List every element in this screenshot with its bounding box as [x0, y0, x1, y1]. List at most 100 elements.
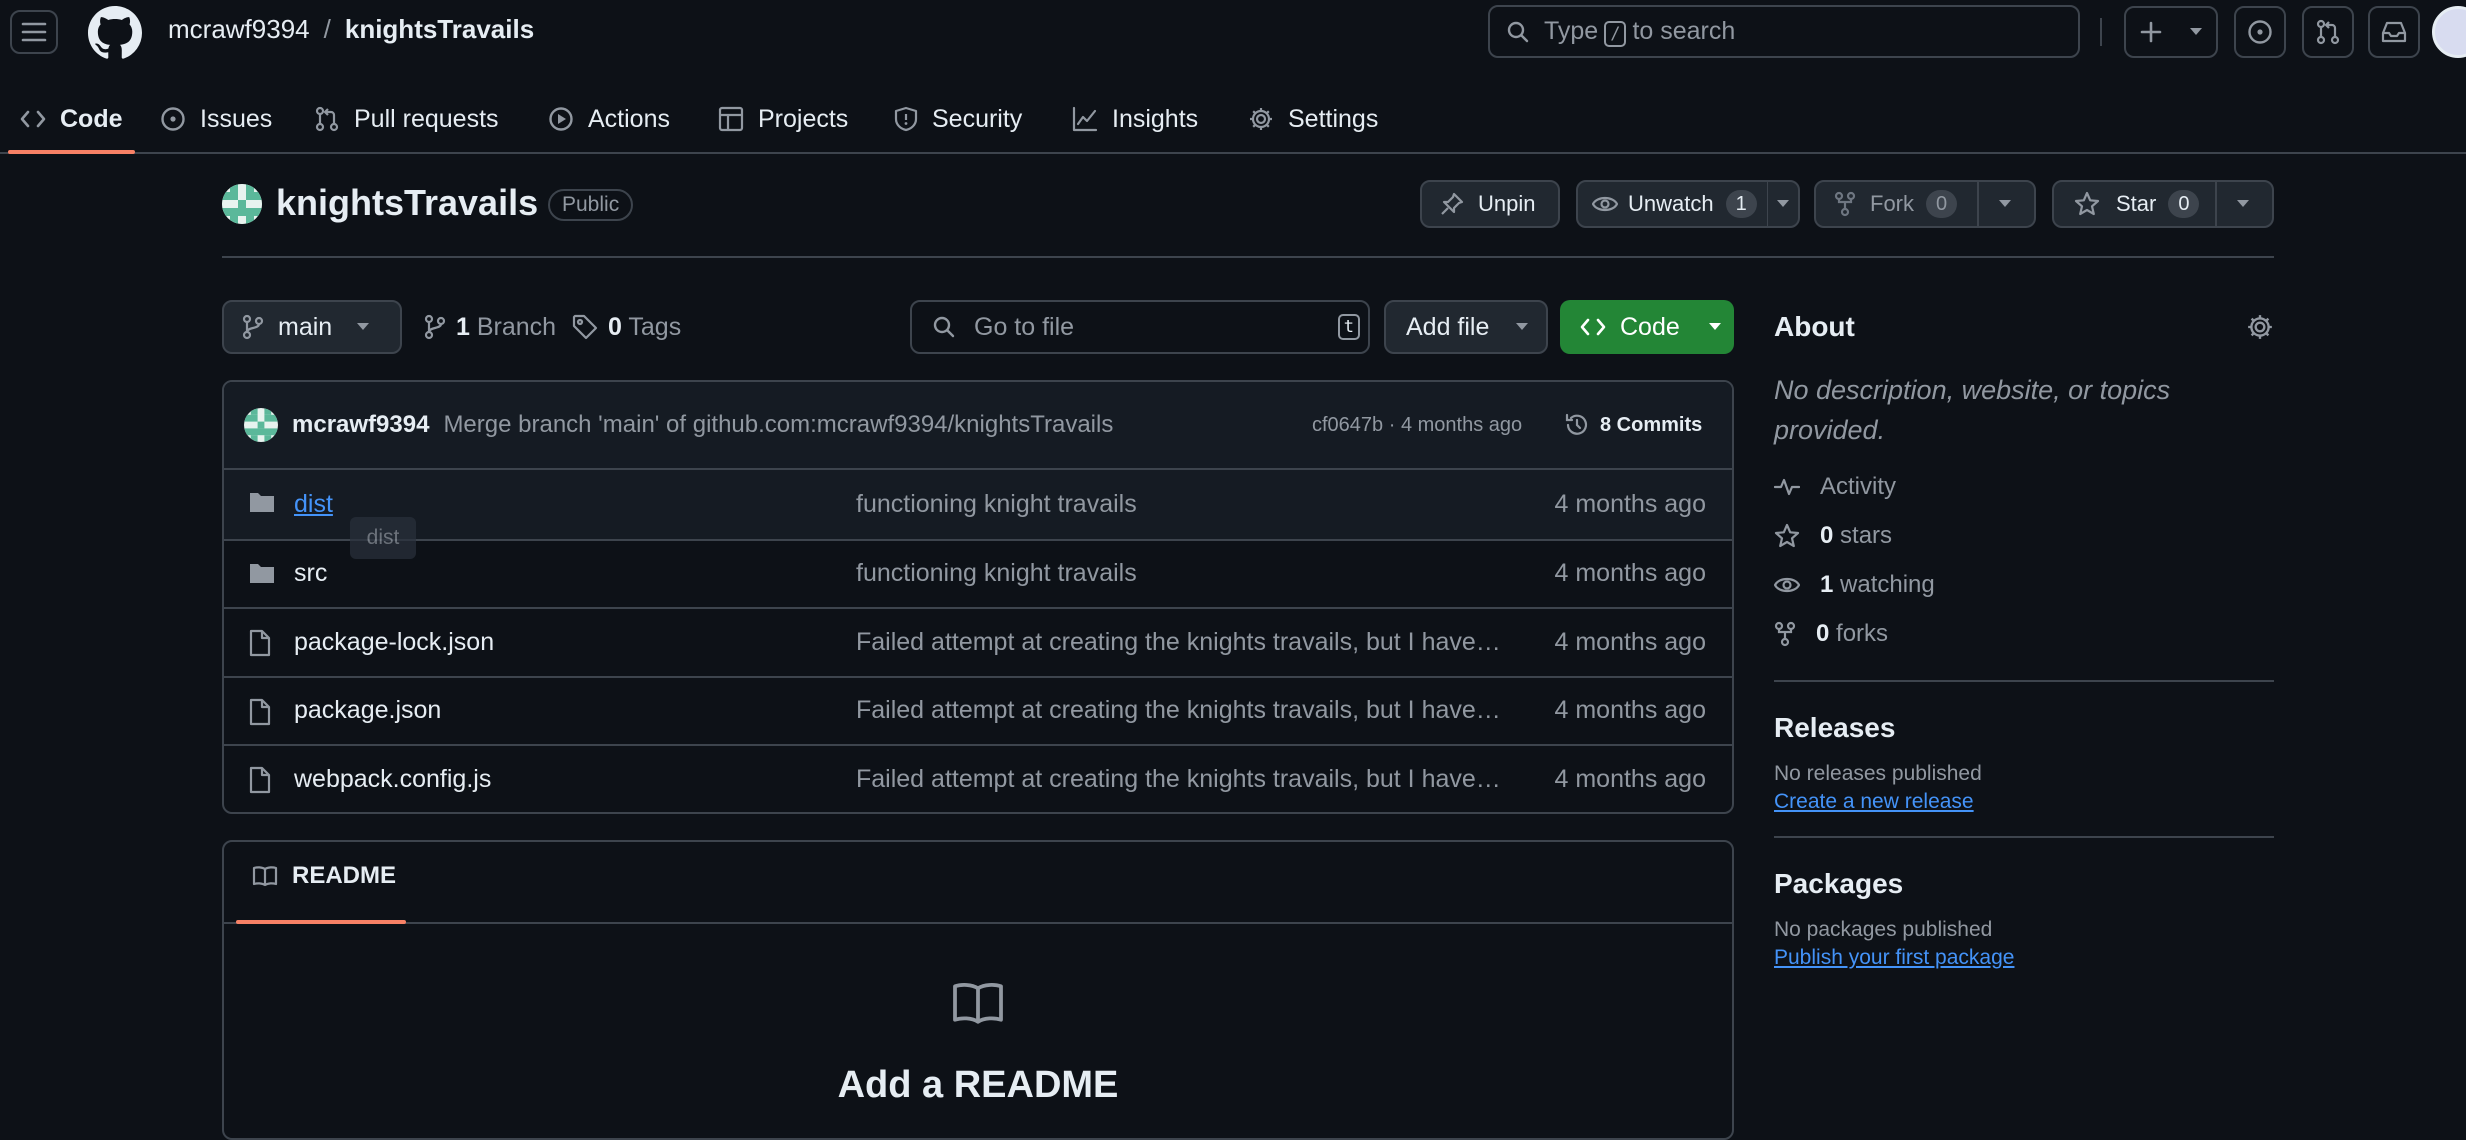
file-icon — [248, 629, 272, 657]
divider — [1774, 836, 2274, 838]
stars-link[interactable]: 0 stars — [1774, 511, 2274, 560]
file-name[interactable]: package.json — [294, 696, 441, 725]
inbox-icon — [2381, 20, 2407, 44]
star-icon — [2074, 191, 2100, 217]
star-count: 0 — [2168, 190, 2200, 218]
star-button[interactable]: Star 0 — [2052, 180, 2274, 228]
commit-meta[interactable]: cf0647b · 4 months ago — [1312, 414, 1522, 437]
code-button[interactable]: Code — [1560, 300, 1734, 354]
tab-label: Projects — [758, 104, 849, 133]
publish-package-link[interactable]: Publish your first package — [1774, 946, 2014, 969]
branch-selector[interactable]: main — [222, 300, 402, 354]
commit-message[interactable]: Merge branch 'main' of github.com:mcrawf… — [443, 411, 1113, 439]
file-icon — [248, 698, 272, 726]
triangle-down-icon — [1515, 322, 1529, 332]
create-release-link[interactable]: Create a new release — [1774, 790, 1974, 813]
divider — [1774, 680, 2274, 682]
create-new-button[interactable] — [2124, 6, 2218, 58]
fork-button[interactable]: Fork 0 — [1814, 180, 2036, 228]
about-title: About — [1774, 311, 1855, 342]
triangle-down-icon — [356, 322, 370, 332]
commit-author[interactable]: mcrawf9394 — [292, 411, 429, 439]
history-icon — [1564, 412, 1590, 438]
menu-button[interactable] — [10, 10, 58, 54]
shield-icon — [894, 106, 918, 132]
file-commit-message[interactable]: Failed attempt at creating the knights t… — [856, 696, 1504, 725]
triangle-down-icon[interactable] — [1979, 199, 2031, 209]
readme-panel: README Add a README — [222, 840, 1734, 1140]
repo-title[interactable]: knightsTravails — [276, 182, 538, 224]
forks-count: 0 — [1816, 619, 1830, 647]
inbox-button[interactable] — [2368, 6, 2420, 58]
packages-title[interactable]: Packages — [1774, 868, 2274, 900]
issues-button[interactable] — [2234, 6, 2286, 58]
forks-link[interactable]: 0 forks — [1774, 609, 2274, 658]
tab-label: Issues — [200, 104, 273, 133]
pull-request-icon — [2315, 19, 2341, 45]
unwatch-button[interactable]: Unwatch 1 — [1576, 180, 1800, 228]
breadcrumb: mcrawf9394 / knightsTravails — [168, 14, 534, 45]
file-name[interactable]: src — [294, 559, 327, 588]
branch-icon — [424, 314, 446, 340]
file-name[interactable]: webpack.config.js — [294, 765, 491, 794]
file-list: mcrawf9394 Merge branch 'main' of github… — [222, 380, 1734, 814]
file-date: 4 months ago — [1554, 627, 1707, 656]
tab-security[interactable]: Security — [894, 86, 1022, 152]
file-commit-message[interactable]: functioning knight travails — [856, 490, 1504, 519]
file-commit-message[interactable]: Failed attempt at creating the knights t… — [856, 765, 1504, 794]
file-row[interactable]: package-lock.json Failed attempt at creat… — [224, 607, 1732, 676]
branch-name: main — [278, 312, 333, 341]
file-commit-message[interactable]: Failed attempt at creating the knights t… — [856, 628, 1504, 657]
tab-pull-requests[interactable]: Pull requests — [314, 86, 499, 152]
user-avatar[interactable] — [2432, 6, 2466, 58]
triangle-down-icon[interactable] — [1768, 199, 1798, 209]
table-icon — [718, 106, 744, 132]
triangle-down-icon[interactable] — [2217, 199, 2269, 209]
commits-link[interactable]: 8 Commits — [1564, 412, 1702, 438]
activity-link[interactable]: Activity — [1774, 462, 2274, 511]
file-row[interactable]: src functioning knight travails 4 months a… — [224, 538, 1732, 608]
tab-actions[interactable]: Actions — [548, 86, 670, 152]
unpin-button[interactable]: Unpin — [1420, 180, 1560, 228]
pull-requests-button[interactable] — [2302, 6, 2354, 58]
file-name[interactable]: dist — [294, 490, 333, 519]
code-icon — [1580, 317, 1606, 337]
tab-issues[interactable]: Issues — [160, 86, 272, 152]
stars-label: stars — [1840, 521, 1893, 549]
file-name[interactable]: package-lock.json — [294, 628, 494, 657]
readme-tab[interactable]: README — [252, 862, 396, 890]
tooltip: dist — [350, 517, 416, 559]
branches-link[interactable]: 1 Branch — [424, 300, 556, 354]
file-commit-message[interactable]: functioning knight travails — [856, 559, 1504, 588]
gear-icon[interactable] — [2246, 313, 2274, 341]
global-search-input[interactable]: Type / to search — [1488, 5, 2080, 58]
tab-settings[interactable]: Settings — [1248, 86, 1378, 152]
watching-link[interactable]: 1 watching — [1774, 560, 2274, 609]
tab-label: Insights — [1112, 104, 1199, 133]
code-icon — [20, 109, 46, 129]
releases-title[interactable]: Releases — [1774, 712, 2274, 744]
repo-owner-avatar[interactable] — [222, 184, 262, 224]
tag-count: 0 — [608, 312, 622, 341]
breadcrumb-owner[interactable]: mcrawf9394 — [168, 14, 310, 45]
tab-projects[interactable]: Projects — [718, 86, 848, 152]
github-logo-icon[interactable] — [88, 6, 142, 60]
tab-insights[interactable]: Insights — [1072, 86, 1198, 152]
file-row[interactable]: package.json Failed attempt at creating t… — [224, 675, 1732, 745]
shortcut-key: t — [1337, 314, 1360, 340]
commits-count: 8 Commits — [1600, 413, 1703, 436]
go-to-file-input[interactable]: Go to file t — [910, 300, 1370, 354]
fork-label: Fork — [1870, 191, 1914, 216]
tab-code[interactable]: Code — [8, 86, 135, 154]
activity-label: Activity — [1820, 472, 1897, 500]
tags-link[interactable]: 0 Tags — [572, 300, 681, 354]
top-bar: mcrawf9394 / knightsTravails Type / to sea… — [0, 0, 2466, 64]
breadcrumb-repo[interactable]: knightsTravails — [345, 14, 534, 45]
file-row[interactable]: dist functioning knight travails 4 months … — [224, 470, 1732, 539]
commit-author-avatar[interactable] — [244, 408, 278, 442]
pull-request-icon — [314, 106, 340, 132]
fork-count: 0 — [1926, 190, 1958, 218]
file-row[interactable]: webpack.config.js Failed attempt at creat… — [224, 744, 1732, 812]
add-file-button[interactable]: Add file — [1384, 300, 1548, 354]
branch-count: 1 — [456, 312, 470, 341]
